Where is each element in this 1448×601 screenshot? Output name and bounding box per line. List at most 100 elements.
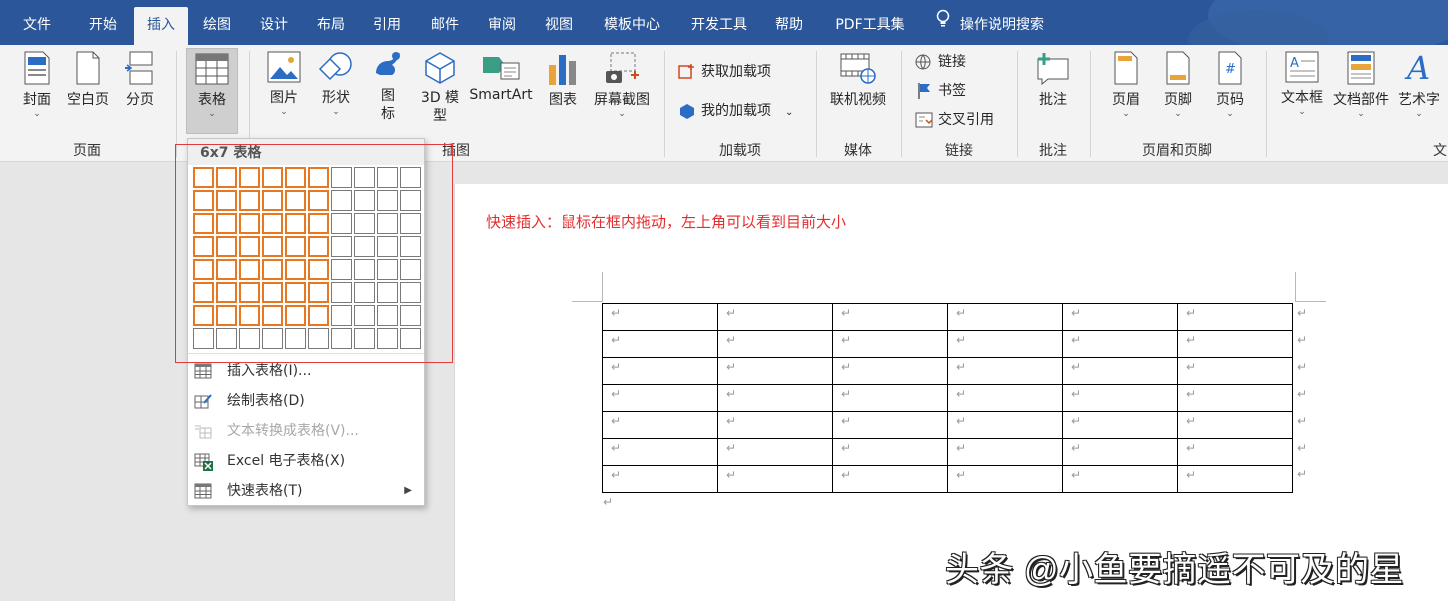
- table-cell[interactable]: ↵: [1177, 330, 1293, 358]
- cross-reference-button[interactable]: 交叉引用: [915, 109, 994, 131]
- table-cell[interactable]: ↵: [1062, 330, 1178, 358]
- table-cell[interactable]: ↵: [832, 357, 948, 385]
- tab-view[interactable]: 视图: [532, 7, 586, 45]
- table-cell[interactable]: ↵: [1177, 384, 1293, 412]
- table-cell[interactable]: ↵: [1062, 303, 1178, 331]
- quick-parts-label: 文档部件: [1333, 92, 1389, 108]
- chevron-right-icon: ▶: [404, 485, 412, 496]
- quick-parts-button[interactable]: 文档部件 ⌄: [1330, 51, 1392, 119]
- table-cell[interactable]: ↵: [717, 330, 833, 358]
- text-box-button[interactable]: A 文本框 ⌄: [1278, 51, 1326, 117]
- icons-button[interactable]: 图标: [368, 51, 408, 123]
- online-video-button[interactable]: 联机视频: [826, 51, 890, 109]
- table-cell[interactable]: ↵: [1177, 357, 1293, 385]
- bookmark-button[interactable]: 书签: [915, 80, 966, 102]
- chart-button[interactable]: 图表: [545, 51, 581, 109]
- table-cell[interactable]: ↵: [1062, 384, 1178, 412]
- page-break-button[interactable]: 分页: [120, 51, 160, 109]
- tab-references[interactable]: 引用: [360, 7, 414, 45]
- table-cell[interactable]: ↵: [832, 384, 948, 412]
- tab-layout[interactable]: 布局: [304, 7, 358, 45]
- table-cell[interactable]: ↵: [602, 438, 718, 466]
- table-cell[interactable]: ↵: [1177, 303, 1293, 331]
- table-row: ↵ ↵ ↵ ↵ ↵ ↵: [602, 384, 1293, 412]
- blank-page-button[interactable]: 空白页: [64, 51, 112, 109]
- inserted-table[interactable]: ↵ ↵ ↵ ↵ ↵ ↵ ↵ ↵ ↵ ↵ ↵ ↵ ↵ ↵ ↵ ↵ ↵ ↵ ↵ ↵ ↵ ↵ ↵ ↵ ↵ ↵ ↵ ↵ ↵ ↵ ↵ ↵ ↵ ↵ ↵ ↵ ↵ ↵ ↵ ↵…: [602, 303, 1293, 493]
- group-label-comments: 批注: [1039, 143, 1067, 159]
- table-cell[interactable]: ↵: [1062, 411, 1178, 439]
- table-cell[interactable]: ↵: [717, 465, 833, 493]
- shapes-button[interactable]: 形状 ⌄: [314, 51, 358, 117]
- tab-pdf-tools[interactable]: PDF工具集: [827, 7, 913, 45]
- icons-label-line1: 图: [381, 88, 395, 104]
- my-addins-button[interactable]: 我的加载项 ⌄: [678, 100, 793, 122]
- shapes-label: 形状: [322, 90, 350, 106]
- annotation-frame: [175, 144, 453, 363]
- table-cell[interactable]: ↵: [947, 357, 1063, 385]
- page-break-icon: [125, 51, 153, 85]
- table-cell[interactable]: ↵: [602, 465, 718, 493]
- tab-templates[interactable]: 模板中心: [596, 7, 668, 45]
- smartart-button[interactable]: SmartArt: [466, 51, 536, 103]
- table-cell[interactable]: ↵: [602, 303, 718, 331]
- tab-home[interactable]: 开始: [76, 7, 130, 45]
- table-cell[interactable]: ↵: [832, 303, 948, 331]
- new-comment-button[interactable]: 批注: [1032, 51, 1074, 109]
- tab-file[interactable]: 文件: [10, 7, 64, 45]
- table-cell[interactable]: ↵: [602, 357, 718, 385]
- tab-help[interactable]: 帮助: [764, 7, 814, 45]
- footer-button[interactable]: 页脚 ⌄: [1158, 51, 1198, 119]
- cover-label: 封面: [23, 92, 51, 108]
- store-plus-icon: [678, 64, 694, 79]
- table-cell[interactable]: ↵: [717, 411, 833, 439]
- table-cell[interactable]: ↵: [1177, 465, 1293, 493]
- menu-item-draw-table[interactable]: 绘制表格(D): [188, 386, 424, 416]
- table-cell[interactable]: ↵: [947, 411, 1063, 439]
- header-button[interactable]: 页眉 ⌄: [1106, 51, 1146, 119]
- table-cell[interactable]: ↵: [1062, 357, 1178, 385]
- table-cell[interactable]: ↵: [947, 465, 1063, 493]
- table-cell[interactable]: ↵: [947, 438, 1063, 466]
- svg-text:A: A: [1404, 51, 1430, 85]
- tab-mailings[interactable]: 邮件: [418, 7, 472, 45]
- comment-label: 批注: [1039, 92, 1067, 108]
- table-cell[interactable]: ↵: [602, 330, 718, 358]
- cover-button[interactable]: 封面 ⌄: [16, 51, 58, 119]
- table-cell[interactable]: ↵: [717, 438, 833, 466]
- table-button[interactable]: 表格 ⌄: [186, 48, 238, 134]
- screenshot-button[interactable]: 屏幕截图 ⌄: [589, 51, 655, 119]
- tab-review[interactable]: 审阅: [475, 7, 529, 45]
- table-cell[interactable]: ↵: [947, 384, 1063, 412]
- table-cell[interactable]: ↵: [832, 465, 948, 493]
- tab-insert[interactable]: 插入: [134, 7, 188, 45]
- table-cell[interactable]: ↵: [947, 330, 1063, 358]
- tab-developer[interactable]: 开发工具: [683, 7, 755, 45]
- table-cell[interactable]: ↵: [717, 384, 833, 412]
- wordart-button[interactable]: A 艺术字 ⌄: [1396, 51, 1442, 119]
- table-cell[interactable]: ↵: [1177, 438, 1293, 466]
- table-cell[interactable]: ↵: [832, 411, 948, 439]
- table-cell[interactable]: ↵: [832, 438, 948, 466]
- table-cell[interactable]: ↵: [947, 303, 1063, 331]
- table-cell[interactable]: ↵: [717, 357, 833, 385]
- 3d-models-button[interactable]: 3D 模型: [418, 51, 462, 125]
- table-cell[interactable]: ↵: [1062, 438, 1178, 466]
- table-cell[interactable]: ↵: [832, 330, 948, 358]
- page-number-button[interactable]: # 页码 ⌄: [1210, 51, 1250, 119]
- link-button[interactable]: 链接: [915, 51, 966, 73]
- table-cell[interactable]: ↵: [1177, 411, 1293, 439]
- row-end-mark: ↵: [1297, 440, 1308, 455]
- tab-design[interactable]: 设计: [247, 7, 301, 45]
- tell-me-search[interactable]: 操作说明搜索: [928, 7, 1094, 45]
- get-addins-button[interactable]: 获取加载项: [678, 61, 771, 83]
- tab-draw[interactable]: 绘图: [190, 7, 244, 45]
- table-cell[interactable]: ↵: [717, 303, 833, 331]
- picture-button[interactable]: 图片 ⌄: [264, 51, 304, 117]
- table-cell[interactable]: ↵: [602, 411, 718, 439]
- table-cell[interactable]: ↵: [602, 384, 718, 412]
- table-cell[interactable]: ↵: [1062, 465, 1178, 493]
- menu-item-convert-text-to-table: 文本转换成表格(V)...: [188, 416, 424, 446]
- menu-item-quick-tables[interactable]: 快速表格(T) ▶: [188, 476, 424, 506]
- menu-item-label: 快速表格(T): [227, 483, 303, 499]
- menu-item-excel-spreadsheet[interactable]: Excel 电子表格(X): [188, 446, 424, 476]
